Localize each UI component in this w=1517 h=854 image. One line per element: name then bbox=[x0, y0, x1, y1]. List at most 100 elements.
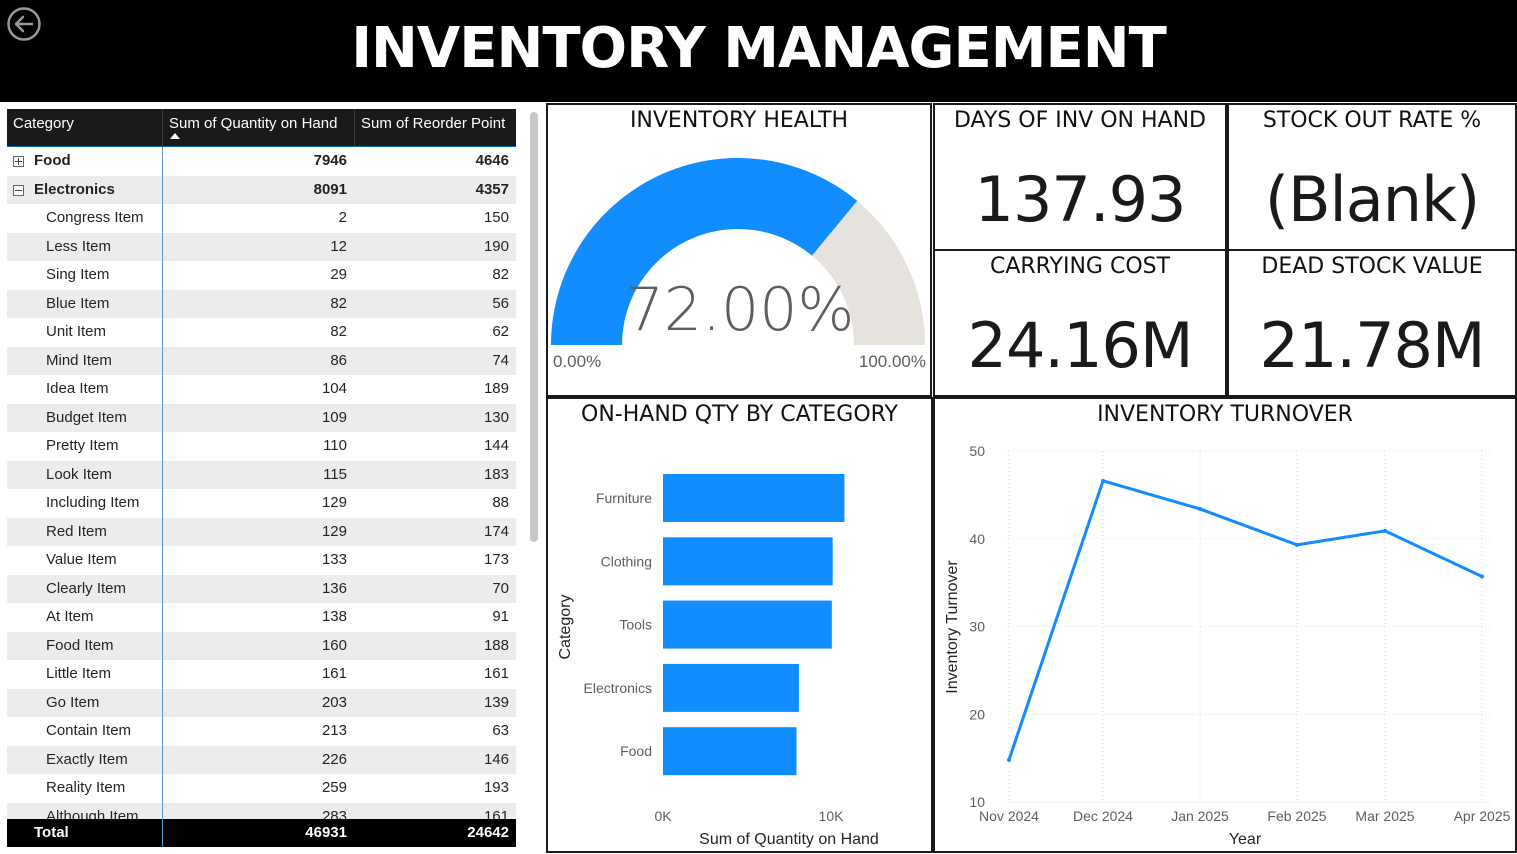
table-body: Food 7946 4646 Electronics 8091 4357 Congress … bbox=[7, 147, 516, 819]
column-header-reorder[interactable]: Sum of Reorder Point bbox=[354, 109, 516, 147]
row-quantity-cell: 82 bbox=[162, 289, 354, 318]
bar-chart: Furniture Clothing Tools Electronics Food 0K 1… bbox=[557, 474, 879, 848]
row-quantity-cell: 213 bbox=[162, 717, 354, 746]
category-matrix-table: Category Sum of Quantity on Hand Sum of … bbox=[7, 109, 516, 847]
row-reorder-cell: 82 bbox=[492, 266, 509, 283]
table-row[interactable]: Unit Item 82 62 bbox=[7, 318, 516, 347]
days-on-hand-card: DAYS OF INV ON HAND 137.93 bbox=[933, 103, 1227, 251]
row-category-cell: Red Item bbox=[46, 522, 107, 540]
days-on-hand-label: DAYS OF INV ON HAND bbox=[953, 108, 1206, 133]
bar-category-label: Electronics bbox=[584, 680, 652, 696]
table-row[interactable]: Value Item 133 173 bbox=[7, 546, 516, 575]
bar-category-label: Clothing bbox=[601, 553, 652, 569]
table-row[interactable]: Little Item 161 161 bbox=[7, 660, 516, 689]
row-category-cell: Unit Item bbox=[46, 323, 107, 340]
row-quantity-cell: 104 bbox=[162, 375, 354, 404]
row-quantity-cell: 129 bbox=[162, 489, 354, 518]
column-header-category[interactable]: Category bbox=[7, 109, 162, 147]
row-reorder-cell: 161 bbox=[483, 807, 509, 820]
row-reorder-cell: 189 bbox=[483, 380, 509, 397]
row-reorder-cell: 70 bbox=[492, 579, 509, 597]
table-row[interactable]: Congress Item 2 150 bbox=[7, 204, 516, 233]
row-quantity-cell: 8091 bbox=[162, 175, 354, 204]
row-reorder-cell: 4646 bbox=[475, 152, 509, 169]
table-row[interactable]: Less Item 12 190 bbox=[7, 232, 516, 261]
row-category-cell: Electronics bbox=[34, 180, 115, 198]
row-category-cell: Less Item bbox=[46, 237, 112, 255]
inventory-turnover-chart-card: INVENTORY TURNOVER 10 20 30 40 50 Nov 2024 Dec… bbox=[933, 397, 1517, 853]
row-category-cell: Mind Item bbox=[46, 351, 112, 369]
carrying-cost-label: CARRYING COST bbox=[989, 254, 1171, 279]
row-category-cell: Although Item bbox=[46, 807, 139, 820]
row-quantity-cell: 133 bbox=[162, 546, 354, 575]
row-category-cell: Go Item bbox=[46, 693, 100, 711]
table-row[interactable]: Blue Item 82 56 bbox=[7, 289, 516, 318]
row-reorder-cell: 56 bbox=[492, 294, 509, 312]
table-row[interactable]: Red Item 129 174 bbox=[7, 517, 516, 546]
table-row[interactable]: Including Item 129 88 bbox=[7, 489, 516, 518]
line-x-axis-label: Year bbox=[1229, 831, 1262, 848]
sort-ascending-icon[interactable] bbox=[170, 133, 180, 139]
table-header: Category Sum of Quantity on Hand Sum of … bbox=[7, 109, 516, 147]
table-row[interactable]: Reality Item 259 193 bbox=[7, 774, 516, 803]
table-row[interactable]: Budget Item 109 130 bbox=[7, 403, 516, 432]
row-quantity-cell: 82 bbox=[162, 318, 354, 347]
row-reorder-cell: 183 bbox=[483, 465, 509, 483]
gauge-value: 72.00% bbox=[626, 275, 855, 345]
table-row[interactable]: Go Item 203 139 bbox=[7, 688, 516, 717]
column-header-quantity[interactable]: Sum of Quantity on Hand bbox=[162, 109, 354, 147]
row-quantity-cell: 12 bbox=[162, 232, 354, 261]
bar-tools[interactable] bbox=[663, 600, 832, 649]
bar-category-label: Furniture bbox=[596, 490, 652, 506]
row-quantity-cell: 138 bbox=[162, 603, 354, 632]
table-row[interactable]: Clearly Item 136 70 bbox=[7, 574, 516, 603]
row-quantity-cell: 161 bbox=[162, 660, 354, 689]
table-row[interactable]: Idea Item 104 189 bbox=[7, 375, 516, 404]
bar-x-axis-label: Sum of Quantity on Hand bbox=[699, 831, 879, 848]
row-reorder-cell: 91 bbox=[492, 608, 509, 625]
bar-electronics[interactable] bbox=[663, 663, 799, 712]
stock-out-rate-label: STOCK OUT RATE % bbox=[1262, 108, 1482, 133]
row-quantity-cell: 203 bbox=[162, 688, 354, 717]
table-group-row[interactable]: Food 7946 4646 bbox=[7, 147, 516, 176]
line-series-turnover[interactable] bbox=[1007, 479, 1483, 761]
row-reorder-cell: 88 bbox=[492, 494, 509, 511]
bar-food[interactable] bbox=[663, 727, 797, 776]
table-row[interactable]: Mind Item 86 74 bbox=[7, 346, 516, 375]
table-scrollbar[interactable] bbox=[530, 112, 538, 542]
table-row[interactable]: Pretty Item 110 144 bbox=[7, 432, 516, 461]
row-category-cell: At Item bbox=[46, 608, 94, 625]
table-row[interactable]: Although Item 283 161 bbox=[7, 802, 516, 820]
row-category-cell: Blue Item bbox=[46, 294, 110, 312]
line-data-point[interactable] bbox=[1383, 528, 1387, 533]
table-group-row[interactable]: Electronics 8091 4357 bbox=[7, 175, 516, 204]
table-row[interactable]: At Item 138 91 bbox=[7, 603, 516, 632]
table-row[interactable]: Exactly Item 226 146 bbox=[7, 745, 516, 774]
table-total-row: Total 46931 24642 bbox=[7, 819, 516, 847]
table-row[interactable]: Look Item 115 183 bbox=[7, 460, 516, 489]
line-data-point[interactable] bbox=[1480, 574, 1484, 579]
row-reorder-cell: 150 bbox=[483, 209, 509, 226]
row-reorder-cell: 139 bbox=[483, 693, 509, 711]
row-reorder-cell: 144 bbox=[483, 437, 509, 454]
table-row[interactable]: Sing Item 29 82 bbox=[7, 261, 516, 290]
line-data-point[interactable] bbox=[1295, 542, 1299, 547]
line-data-point[interactable] bbox=[1101, 478, 1105, 483]
row-category-cell: Food bbox=[34, 152, 71, 169]
row-quantity-cell: 2 bbox=[162, 204, 354, 233]
row-quantity-cell: 259 bbox=[162, 774, 354, 803]
bar-clothing[interactable] bbox=[663, 537, 833, 586]
table-row[interactable]: Contain Item 213 63 bbox=[7, 717, 516, 746]
line-x-tick-label: Dec 2024 bbox=[1073, 808, 1133, 824]
row-reorder-cell: 63 bbox=[492, 722, 509, 739]
line-data-point[interactable] bbox=[1198, 506, 1202, 511]
line-chart: 1020304050Nov 2024 Dec 2024 Jan 2025 Feb 20… bbox=[944, 443, 1511, 848]
row-reorder-cell: 74 bbox=[492, 351, 509, 369]
table-row[interactable]: Food Item 160 188 bbox=[7, 631, 516, 660]
row-reorder-cell: 188 bbox=[483, 636, 509, 654]
line-x-tick-label: Feb 2025 bbox=[1267, 808, 1326, 824]
line-data-point[interactable] bbox=[1007, 757, 1011, 762]
line-y-tick-label: 50 bbox=[969, 443, 985, 459]
line-x-tick-label: Mar 2025 bbox=[1355, 808, 1414, 824]
bar-furniture[interactable] bbox=[663, 474, 845, 522]
